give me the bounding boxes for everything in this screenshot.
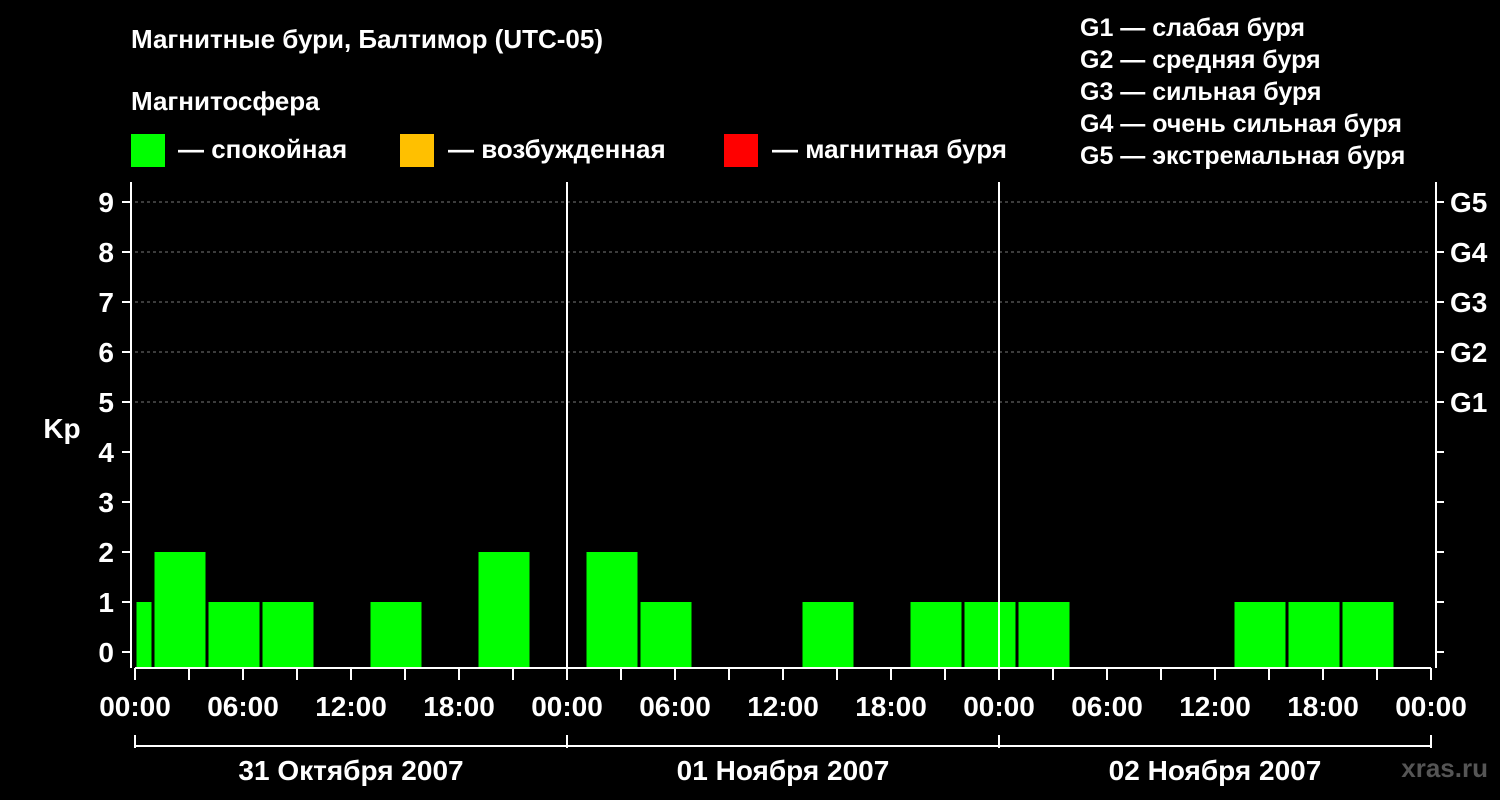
bars-group bbox=[136, 552, 1394, 668]
kp-bar-15 bbox=[910, 602, 962, 668]
y-tick-label-9: 9 bbox=[98, 187, 114, 218]
kp-bar-2 bbox=[208, 602, 260, 668]
kp-bar-0 bbox=[136, 602, 152, 668]
storm-level-tick-g5: G5 bbox=[1450, 187, 1487, 218]
y-tick-label-7: 7 bbox=[98, 287, 114, 318]
kp-bar-9 bbox=[586, 552, 638, 668]
day-label-2: 02 Ноября 2007 bbox=[1109, 755, 1322, 786]
kp-bar-23 bbox=[1342, 602, 1394, 668]
kp-bar-13 bbox=[802, 602, 854, 668]
x-tick-label-0: 00:00 bbox=[99, 691, 171, 722]
x-tick-label-3: 18:00 bbox=[423, 691, 495, 722]
y-tick-label-4: 4 bbox=[98, 437, 114, 468]
kp-bar-7 bbox=[478, 552, 530, 668]
kp-bar-5 bbox=[370, 602, 422, 668]
y-tick-label-3: 3 bbox=[98, 487, 114, 518]
watermark: xras.ru bbox=[1401, 753, 1488, 783]
y-tick-label-1: 1 bbox=[98, 587, 114, 618]
x-tick-label-2: 12:00 bbox=[315, 691, 387, 722]
kp-bar-10 bbox=[640, 602, 692, 668]
kp-bar-3 bbox=[262, 602, 314, 668]
y-tick-label-8: 8 bbox=[98, 237, 114, 268]
storm-level-tick-g2: G2 bbox=[1450, 337, 1487, 368]
x-tick-label-4: 00:00 bbox=[531, 691, 603, 722]
storm-level-tick-g1: G1 bbox=[1450, 387, 1487, 418]
y-tick-label-2: 2 bbox=[98, 537, 114, 568]
kp-bar-16 bbox=[964, 602, 1016, 668]
y-tick-label-0: 0 bbox=[98, 637, 114, 668]
x-tick-label-8: 00:00 bbox=[963, 691, 1035, 722]
axes-group: 0 1 2 3 4 5 6 7 8 9 G1 G2 G3 G4 G5 00:00 06:00 12:00 18:00… bbox=[98, 182, 1488, 786]
grid-lines bbox=[135, 201, 1431, 403]
storm-level-tick-g4: G4 bbox=[1450, 237, 1488, 268]
storm-level-tick-g3: G3 bbox=[1450, 287, 1487, 318]
kp-bar-1 bbox=[154, 552, 206, 668]
y-axis-label: Kp bbox=[43, 413, 80, 444]
x-tick-label-6: 12:00 bbox=[747, 691, 819, 722]
kp-bar-22 bbox=[1288, 602, 1340, 668]
y-tick-label-6: 6 bbox=[98, 337, 114, 368]
kp-bar-21 bbox=[1234, 602, 1286, 668]
x-tick-label-10: 12:00 bbox=[1179, 691, 1251, 722]
x-tick-label-1: 06:00 bbox=[207, 691, 279, 722]
x-tick-label-11: 18:00 bbox=[1287, 691, 1359, 722]
kp-bar-17 bbox=[1018, 602, 1070, 668]
x-tick-label-9: 06:00 bbox=[1071, 691, 1143, 722]
day-label-1: 01 Ноября 2007 bbox=[677, 755, 890, 786]
day-label-0: 31 Октября 2007 bbox=[238, 755, 463, 786]
x-tick-label-5: 06:00 bbox=[639, 691, 711, 722]
kp-chart: 0 1 2 3 4 5 6 7 8 9 G1 G2 G3 G4 G5 00:00 06:00 12:00 18:00… bbox=[43, 182, 1488, 786]
y-tick-label-5: 5 bbox=[98, 387, 114, 418]
x-tick-label-12: 00:00 bbox=[1395, 691, 1467, 722]
x-tick-label-7: 18:00 bbox=[855, 691, 927, 722]
